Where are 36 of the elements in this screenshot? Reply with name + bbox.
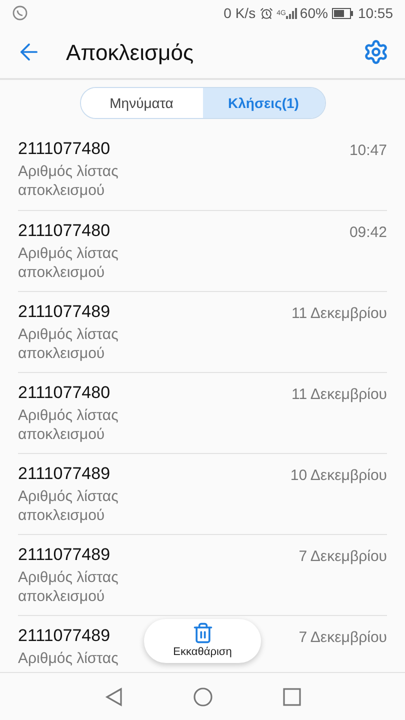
phone-number: 2111077480 [18, 220, 110, 242]
call-label: Αριθμός λίστας αποκλεισμού [18, 162, 120, 200]
clear-button[interactable]: Εκκαθάριση [144, 619, 261, 663]
phone-number: 2111077480 [18, 382, 110, 404]
chat-app-icon [12, 5, 28, 21]
recents-nav-button[interactable] [282, 688, 300, 706]
call-label: Αριθμός λίστας αποκλεισμού [18, 406, 120, 444]
battery-icon [332, 8, 354, 18]
call-time: 10 Δεκεμβρίου [290, 466, 387, 486]
call-time: 09:42 [349, 223, 387, 243]
phone-number: 2111077489 [18, 625, 110, 647]
data-speed: 0 K/s [224, 4, 256, 22]
call-time: 10:47 [349, 141, 387, 161]
call-label: Αριθμός λίστας αποκλεισμού [18, 325, 120, 363]
clock: 10:55 [358, 4, 393, 22]
alarm-icon [260, 6, 273, 20]
call-label: Αριθμός λίστας [18, 649, 120, 668]
call-time: 7 Δεκεμβρίου [298, 547, 387, 567]
home-nav-button[interactable] [192, 686, 212, 706]
battery-percent: 60% [300, 4, 328, 22]
phone-number: 2111077489 [18, 463, 110, 485]
call-label: Αριθμός λίστας αποκλεισμού [18, 568, 120, 606]
back-nav-button[interactable] [104, 686, 122, 706]
settings-button[interactable] [363, 39, 389, 65]
tab[interactable]: Μηνύματα [80, 88, 202, 118]
signal-icon [286, 8, 298, 18]
call-time: 11 Δεκεμβρίου [292, 304, 387, 324]
phone-number: 2111077489 [18, 544, 110, 566]
call-time: 7 Δεκεμβρίου [298, 628, 387, 648]
call-time: 11 Δεκεμβρίου [292, 385, 387, 405]
trash-icon [192, 622, 214, 644]
phone-number: 2111077480 [18, 138, 110, 160]
page-title: Αποκλεισμός [66, 38, 195, 66]
call-label: Αριθμός λίστας αποκλεισμού [18, 487, 120, 525]
phone-number: 2111077489 [18, 301, 110, 323]
call-label: Αριθμός λίστας αποκλεισμού [18, 244, 120, 282]
